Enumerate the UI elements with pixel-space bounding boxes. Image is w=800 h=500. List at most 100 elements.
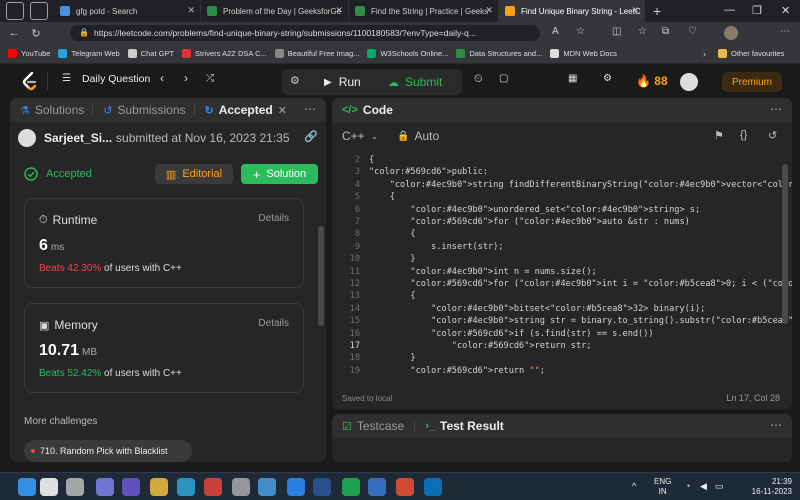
profile-avatar[interactable]: [724, 26, 738, 40]
tab-test-result[interactable]: ›_ Test Result: [425, 419, 504, 433]
collections-icon[interactable]: [30, 2, 48, 20]
memory-details-link[interactable]: Details: [258, 318, 289, 329]
new-tab-icon[interactable]: +: [653, 3, 661, 19]
format-braces-icon[interactable]: {}: [740, 129, 747, 141]
favorite-star-icon[interactable]: ☆: [576, 26, 585, 37]
volume-icon[interactable]: ◀: [700, 481, 707, 492]
url-field[interactable]: 🔒 https://leetcode.com/problems/find-uni…: [70, 25, 540, 41]
browser-tab[interactable]: Problem of the Day | GeeksforGe ✕: [201, 0, 349, 22]
chrome-icon[interactable]: [204, 478, 222, 496]
wifi-icon[interactable]: ◔: [685, 481, 690, 491]
bookmark-icon[interactable]: ⚑: [714, 129, 724, 142]
tab-accepted[interactable]: ↻ Accepted ✕: [205, 103, 287, 117]
settings-gear-icon[interactable]: ⚙: [603, 73, 612, 84]
test-more-icon[interactable]: ⋯: [770, 418, 782, 432]
refresh-icon[interactable]: ↻: [28, 25, 44, 41]
menu-icon[interactable]: ⋯: [780, 26, 790, 37]
bookmark-item[interactable]: MDN Web Docs: [550, 49, 617, 58]
maximize-icon[interactable]: ❐: [752, 4, 762, 17]
submitter-avatar[interactable]: [18, 129, 36, 147]
spotify-icon[interactable]: [342, 478, 360, 496]
more-challenge-item[interactable]: 710. Random Pick with Blacklist: [24, 440, 192, 462]
user-avatar[interactable]: [680, 73, 698, 91]
bookmark-item[interactable]: YouTube: [8, 49, 50, 58]
code-more-icon[interactable]: ⋯: [770, 102, 782, 116]
favorites-icon[interactable]: ☆: [638, 26, 647, 37]
git-icon[interactable]: [396, 478, 414, 496]
debug-icon[interactable]: ⚙: [290, 74, 300, 87]
profile-icon[interactable]: [6, 2, 24, 20]
search-icon[interactable]: [40, 478, 58, 496]
runtime-card[interactable]: ⏱ Runtime Details 6 ms Beats 42.30% of us…: [24, 198, 304, 288]
streak-counter[interactable]: 🔥 88: [636, 74, 668, 88]
timer-icon[interactable]: ⏲: [474, 73, 483, 86]
todo-icon[interactable]: [368, 478, 386, 496]
problem-list-icon[interactable]: ☰: [62, 73, 71, 84]
prev-question-icon[interactable]: ‹: [160, 71, 164, 85]
bookmark-item[interactable]: Chat GPT: [127, 49, 174, 58]
notepad-icon[interactable]: [258, 478, 276, 496]
leetcode-logo[interactable]: [20, 71, 40, 91]
submitter-name[interactable]: Sarjeet_Si...: [44, 131, 112, 145]
close-window-icon[interactable]: ✕: [781, 4, 790, 17]
editorial-button[interactable]: ▥ Editorial: [155, 164, 233, 184]
layout-icon[interactable]: ▦: [568, 73, 577, 84]
close-tab-icon[interactable]: ✕: [187, 5, 195, 16]
tab-solutions[interactable]: ⚗ Solutions: [20, 103, 84, 117]
bookmark-item[interactable]: W3Schools Online...: [367, 49, 448, 58]
minimize-icon[interactable]: —: [724, 4, 735, 16]
premium-button[interactable]: Premium: [722, 72, 782, 92]
tab-submissions[interactable]: ↺ Submissions: [103, 103, 185, 117]
browser-tab[interactable]: gfg potd - Search ✕: [54, 0, 201, 22]
more-options-icon[interactable]: ⋯: [304, 102, 316, 116]
settings-icon[interactable]: [232, 478, 250, 496]
solution-button[interactable]: + Solution: [241, 164, 318, 184]
extensions-icon[interactable]: ♡: [688, 26, 697, 37]
back-icon[interactable]: ←: [6, 25, 22, 41]
read-aloud-icon[interactable]: A: [552, 26, 559, 37]
collections-bar-icon[interactable]: ⧉: [662, 26, 669, 37]
code-editor[interactable]: 2 {3 "color:#569cd6">public: 4 "color:#4ec9…: [332, 152, 792, 384]
battery-icon[interactable]: ▭: [715, 481, 724, 492]
chevron-right-icon[interactable]: ›: [703, 49, 706, 59]
windows-start-icon[interactable]: [18, 478, 36, 496]
reset-icon[interactable]: ↺: [768, 129, 777, 142]
share-link-icon[interactable]: 🔗: [304, 130, 318, 143]
browser-tab[interactable]: Find Unique Binary String - LeetC ✕: [499, 0, 645, 22]
submit-button[interactable]: ☁ Submit: [388, 70, 442, 94]
language-indicator[interactable]: ENG IN: [654, 477, 671, 497]
tray-chevron-icon[interactable]: ^: [632, 481, 636, 491]
bookmark-item[interactable]: Strivers A2Z DSA C...: [182, 49, 267, 58]
tab-code[interactable]: </> Code: [342, 103, 393, 117]
vscode-icon[interactable]: [424, 478, 442, 496]
language-select[interactable]: C++ ⌄: [342, 129, 378, 143]
runtime-details-link[interactable]: Details: [258, 213, 289, 224]
other-favourites[interactable]: Other favourites: [718, 49, 784, 58]
edge-browser-icon[interactable]: [177, 478, 195, 496]
run-button[interactable]: ▶ Run: [324, 70, 361, 94]
shuffle-icon[interactable]: ⤮: [206, 73, 214, 84]
bookmark-item[interactable]: Telegram Web: [58, 49, 120, 58]
file-explorer-icon[interactable]: [150, 478, 168, 496]
left-scrollbar[interactable]: [318, 226, 324, 326]
daily-question-link[interactable]: Daily Question: [82, 73, 150, 85]
close-tab-icon[interactable]: ✕: [335, 5, 343, 16]
memory-card[interactable]: ▣ Memory Details 10.71 MB Beats 52.42% of…: [24, 303, 304, 393]
browser-tab[interactable]: Find the String | Practice | Geeks ✕: [349, 0, 499, 22]
word-icon[interactable]: [313, 478, 331, 496]
close-tab-icon[interactable]: ✕: [278, 104, 287, 117]
clock[interactable]: 21:39 16-11-2023: [752, 477, 792, 497]
next-question-icon[interactable]: ›: [184, 71, 188, 85]
close-tab-icon[interactable]: ✕: [485, 5, 493, 16]
code-scrollbar[interactable]: [782, 164, 788, 324]
task-view-icon[interactable]: [66, 478, 84, 496]
bookmark-item[interactable]: Data Structures and...: [456, 49, 542, 58]
close-tab-icon[interactable]: ✕: [631, 5, 639, 16]
meet-icon[interactable]: [122, 478, 140, 496]
bookmark-item[interactable]: Beautiful Free Imag...: [274, 49, 359, 58]
tab-testcase[interactable]: ☑ Testcase: [342, 419, 404, 433]
auto-mode[interactable]: 🔒 Auto: [397, 129, 439, 143]
teams-icon[interactable]: [96, 478, 114, 496]
zoom-icon[interactable]: [287, 478, 305, 496]
notes-icon[interactable]: ▢: [499, 73, 508, 84]
